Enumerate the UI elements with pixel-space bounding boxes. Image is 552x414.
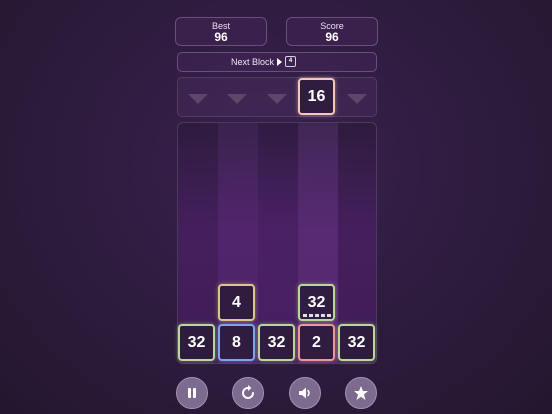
- speaker-icon: [299, 387, 310, 399]
- board-tile: 32: [178, 324, 215, 361]
- board-tile: 32: [338, 324, 375, 361]
- sound-button[interactable]: [289, 377, 321, 409]
- restart-icon: [242, 385, 254, 399]
- star-icon: [354, 386, 368, 400]
- pause-icon: [188, 388, 196, 398]
- next-block-bar: Next Block 4: [177, 52, 377, 72]
- board-tile: 32: [258, 324, 295, 361]
- board-tile: 2: [298, 324, 335, 361]
- favorite-button[interactable]: [345, 377, 377, 409]
- best-score-panel: Best 96: [175, 17, 267, 46]
- board-tile-merging: 32: [298, 284, 335, 321]
- best-score-value: 96: [214, 30, 228, 44]
- pause-button[interactable]: [176, 377, 208, 409]
- current-drop-tile[interactable]: 16: [298, 78, 335, 115]
- next-block-preview: 4: [285, 56, 296, 67]
- drop-column-2-arrow-icon[interactable]: [227, 94, 247, 104]
- next-block-label: Next Block: [231, 57, 275, 67]
- current-score-value: 96: [325, 30, 339, 44]
- drop-column-1-arrow-icon[interactable]: [188, 94, 208, 104]
- current-score-panel: Score 96: [286, 17, 378, 46]
- drop-column-5-arrow-icon[interactable]: [347, 94, 367, 104]
- drop-column-3-arrow-icon[interactable]: [267, 94, 287, 104]
- restart-button[interactable]: [232, 377, 264, 409]
- sparkle-effect: [303, 314, 331, 317]
- game-screen: Best 96 Score 96 Next Block 4 16 32 8 32…: [0, 0, 552, 414]
- board-tile-value: 32: [307, 294, 326, 311]
- drop-row: [177, 77, 377, 117]
- play-arrow-icon: [277, 58, 282, 66]
- board-tile: 4: [218, 284, 255, 321]
- board-tile: 8: [218, 324, 255, 361]
